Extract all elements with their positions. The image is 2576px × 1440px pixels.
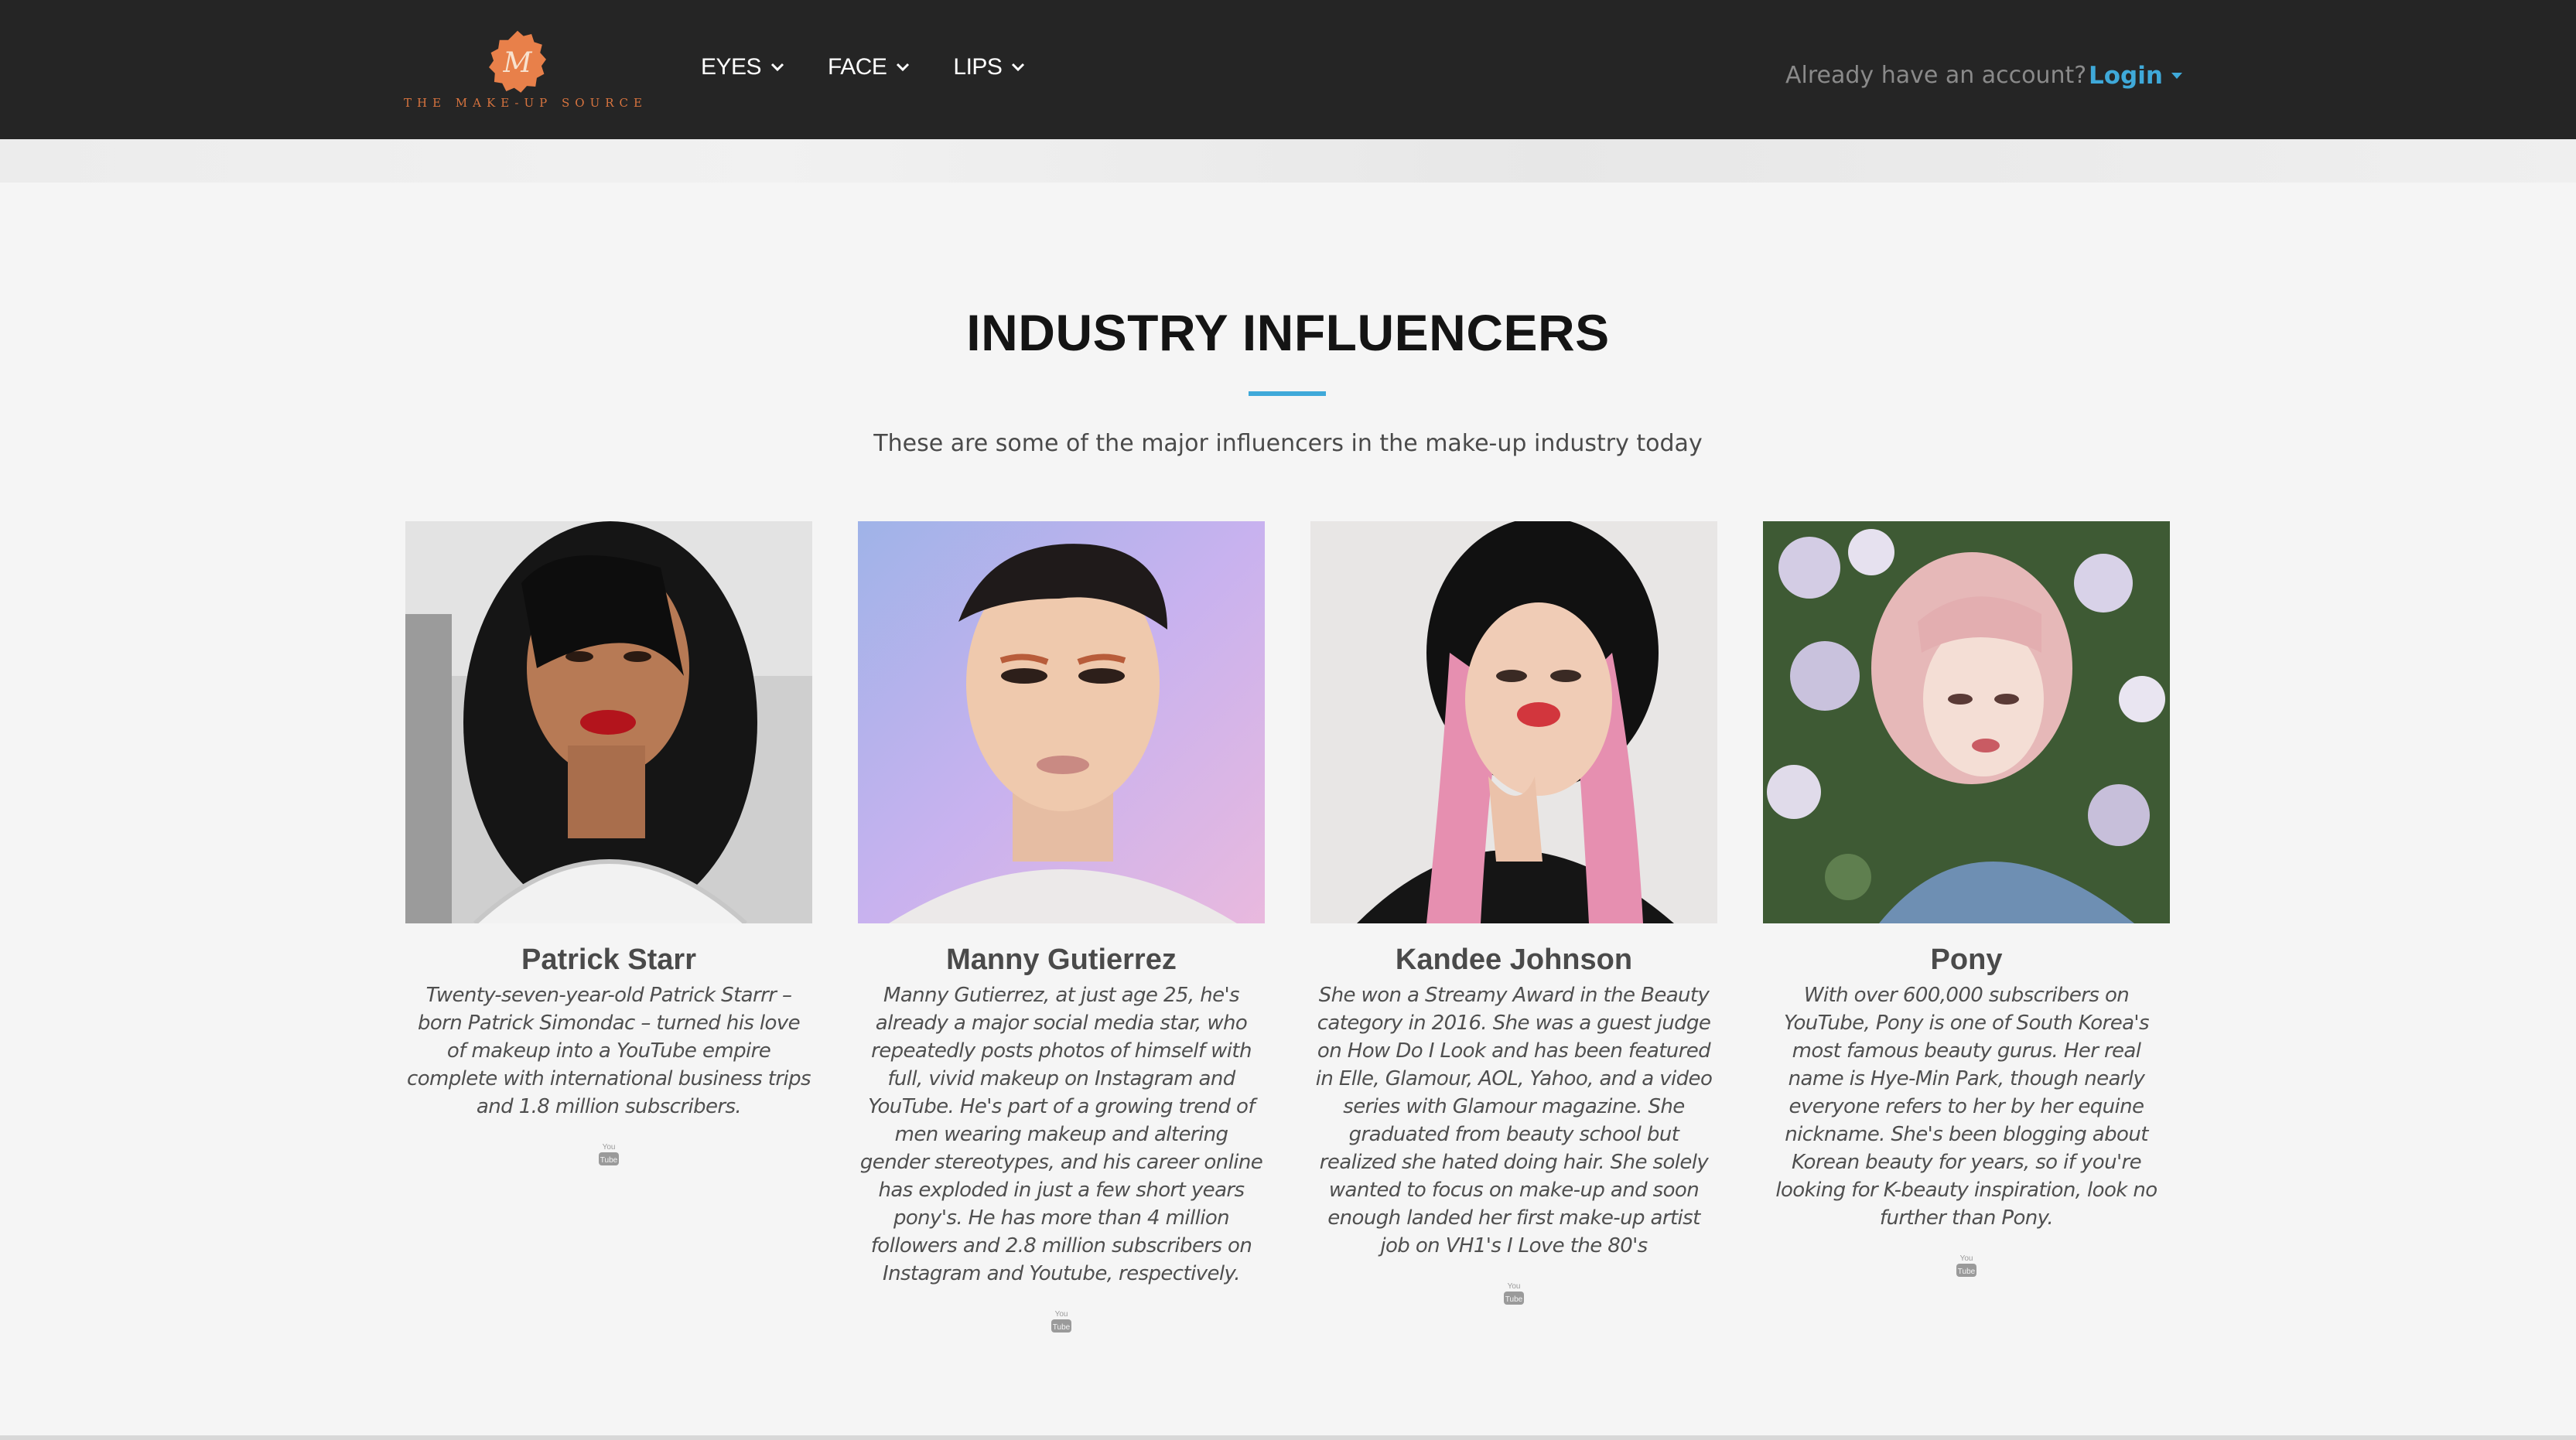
nav-item-face[interactable]: FACE <box>828 54 910 80</box>
influencer-name: Patrick Starr <box>521 944 696 976</box>
main-menu: EYES FACE LIPS <box>701 54 1025 80</box>
influencer-card: Manny Gutierrez Manny Gutierrez, at just… <box>858 521 1265 1334</box>
nav-item-face-label: FACE <box>828 54 887 80</box>
youtube-icon[interactable]: You Tube <box>1955 1252 1978 1278</box>
account-prompt: Already have an account? <box>1785 62 2087 89</box>
title-underline <box>1249 391 1326 396</box>
chevron-down-icon <box>897 63 910 72</box>
svg-text:M: M <box>503 46 533 79</box>
influencer-bio: Manny Gutierrez, at just age 25, he's al… <box>859 984 1263 1285</box>
top-navbar: M THE MAKE-UP SOURCE EYES FACE LIPS Alre… <box>0 0 2576 139</box>
svg-text:Tube: Tube <box>1958 1268 1976 1276</box>
influencer-name: Pony <box>1930 944 2003 976</box>
svg-text:You: You <box>1055 1310 1068 1319</box>
chevron-down-icon <box>1012 63 1025 72</box>
influencer-bio: With over 600,000 subscribers on YouTube… <box>1775 984 2157 1230</box>
youtube-icon[interactable]: You Tube <box>1502 1280 1525 1306</box>
svg-text:You: You <box>1508 1282 1521 1291</box>
svg-text:Tube: Tube <box>1505 1295 1523 1304</box>
influencer-photo <box>1310 521 1717 923</box>
logo-wordmark: THE MAKE-UP SOURCE <box>404 96 647 110</box>
influencer-photo <box>405 521 812 923</box>
influencer-card: Pony With over 600,000 subscribers on Yo… <box>1763 521 2170 1278</box>
brand-logo[interactable]: M THE MAKE-UP SOURCE <box>404 26 647 111</box>
influencer-name: Kandee Johnson <box>1395 944 1633 976</box>
section-title: INDUSTRY INFLUENCERS <box>966 304 1610 361</box>
header-band <box>0 139 2576 183</box>
login-dropdown-button[interactable]: Login <box>2089 62 2183 90</box>
influencer-photo <box>1763 521 2170 923</box>
section-subtitle: These are some of the major influencers … <box>873 430 1703 457</box>
chevron-down-icon <box>770 63 784 72</box>
nav-item-eyes[interactable]: EYES <box>701 54 784 80</box>
nav-item-lips-label: LIPS <box>953 54 1003 80</box>
youtube-icon[interactable]: You Tube <box>1050 1308 1073 1334</box>
influencer-name: Manny Gutierrez <box>946 944 1177 976</box>
login-label: Login <box>2089 62 2163 90</box>
influencer-card: Kandee Johnson She won a Streamy Award i… <box>1310 521 1717 1306</box>
youtube-icon[interactable]: You Tube <box>597 1141 620 1167</box>
influencer-bio: Twenty-seven-year-old Patrick Starrr – b… <box>407 984 811 1118</box>
caret-down-icon <box>2171 73 2182 79</box>
page-bottom-border <box>0 1435 2576 1440</box>
influencer-card: Patrick Starr Twenty-seven-year-old Patr… <box>405 521 812 1167</box>
svg-text:You: You <box>1960 1254 1973 1263</box>
nav-item-eyes-label: EYES <box>701 54 762 80</box>
svg-text:Tube: Tube <box>1053 1323 1071 1332</box>
logo-badge-icon: M <box>489 30 546 93</box>
influencer-bio: She won a Streamy Award in the Beauty ca… <box>1315 984 1713 1257</box>
nav-item-lips[interactable]: LIPS <box>953 54 1025 80</box>
svg-text:You: You <box>603 1143 616 1152</box>
influencer-photo <box>858 521 1265 923</box>
svg-text:Tube: Tube <box>600 1156 618 1165</box>
